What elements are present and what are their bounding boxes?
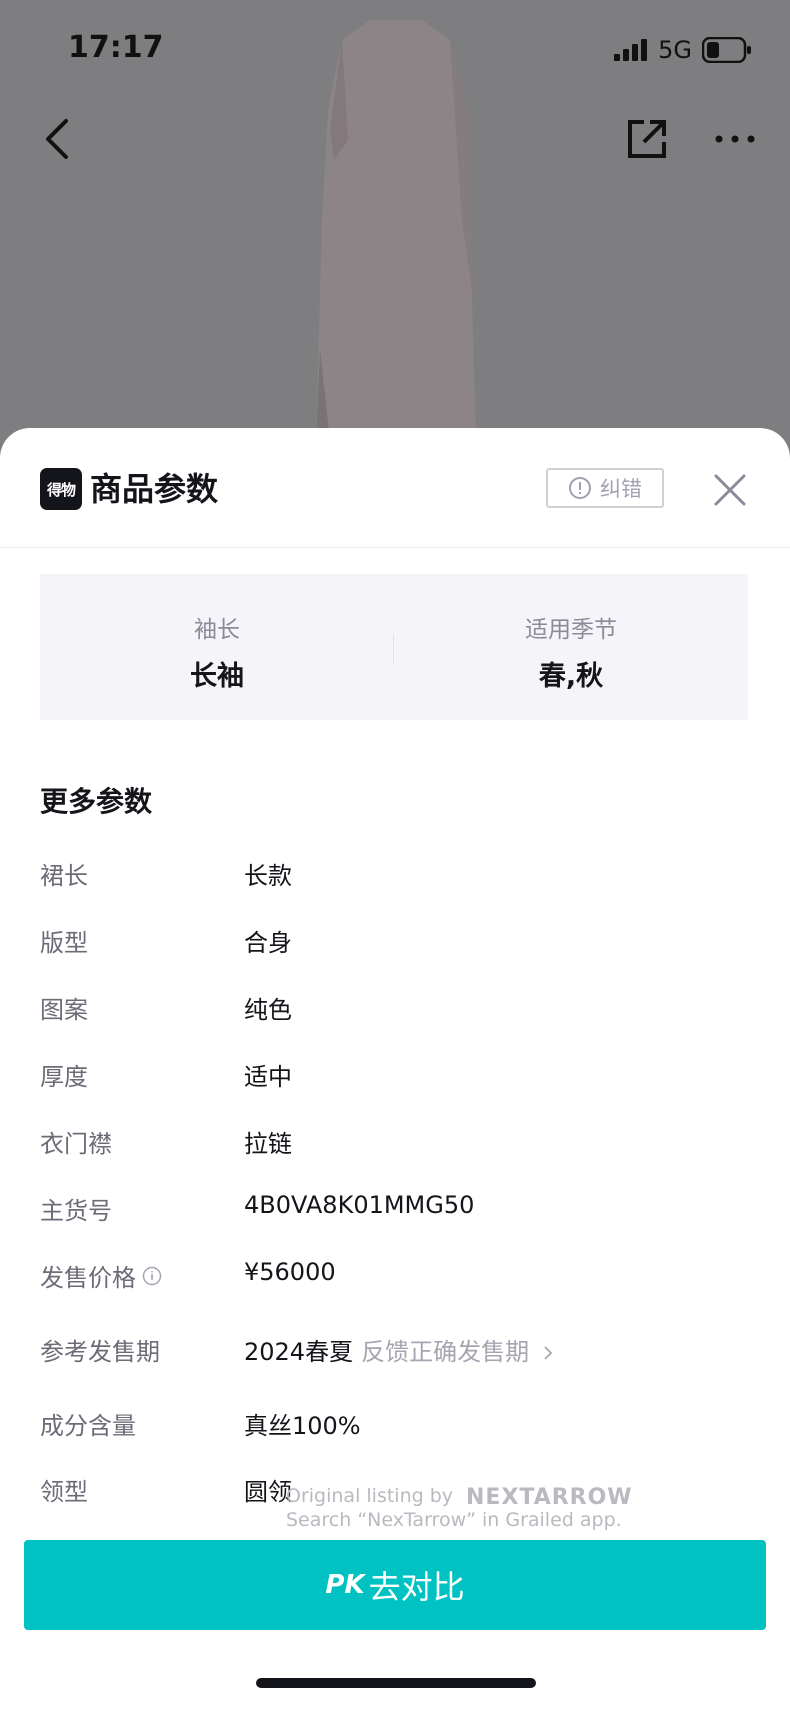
param-label: 厚度	[40, 1063, 88, 1091]
sheet-title: 商品参数	[90, 470, 219, 508]
param-value: 圆领	[244, 1478, 292, 1506]
param-label: 发售价格	[40, 1258, 162, 1293]
param-label: 成分含量	[40, 1412, 136, 1440]
param-row: 版型 合身	[40, 923, 750, 963]
param-value: 2024春夏 反馈正确发售期	[244, 1332, 555, 1367]
info-icon[interactable]	[142, 1266, 162, 1286]
param-value: 合身	[244, 929, 292, 957]
close-icon	[714, 474, 746, 506]
network-label: 5G	[658, 36, 692, 64]
param-value-text: 2024春夏	[244, 1338, 354, 1366]
back-button[interactable]	[30, 112, 84, 166]
more-dots-icon	[715, 135, 755, 143]
compare-button-prefix: PK	[325, 1570, 365, 1600]
status-bar: 17:17 5G	[0, 0, 790, 100]
param-label: 参考发售期	[40, 1338, 160, 1366]
param-row: 裙长 长款	[40, 856, 750, 896]
key-param-label: 袖长	[194, 617, 240, 643]
param-label: 图案	[40, 996, 88, 1024]
compare-button-label: 去对比	[368, 1568, 465, 1606]
param-value: 拉链	[244, 1130, 292, 1158]
param-value: 适中	[244, 1063, 292, 1091]
report-error-button[interactable]: 纠错	[546, 468, 664, 508]
param-row: 厚度 适中	[40, 1057, 750, 1097]
key-param-sleeve: 袖长 长袖	[40, 574, 394, 720]
brand-logo: 得物	[40, 468, 82, 510]
alert-circle-icon	[569, 477, 591, 499]
close-button[interactable]	[710, 470, 750, 510]
param-label: 衣门襟	[40, 1130, 112, 1158]
battery-icon	[702, 37, 751, 63]
watermark-brand: NEXTARROW	[466, 1485, 633, 1510]
share-icon	[628, 120, 666, 158]
param-row: 成分含量 真丝100%	[40, 1406, 750, 1446]
param-value: ¥56000	[244, 1258, 336, 1286]
report-error-label: 纠错	[600, 477, 642, 501]
more-options-button[interactable]	[708, 112, 762, 166]
param-label: 领型	[40, 1478, 88, 1506]
param-value: 4B0VA8K01MMG50	[244, 1191, 475, 1219]
param-label: 裙长	[40, 862, 88, 890]
param-row: 主货号 4B0VA8K01MMG50	[40, 1191, 750, 1231]
param-row: 图案 纯色	[40, 990, 750, 1030]
param-label-text: 发售价格	[40, 1264, 136, 1292]
product-params-sheet: 得物 商品参数 纠错 袖长 长袖 适用季节 春,秋 更多参数 裙长 长款 版型 …	[0, 428, 790, 1712]
key-param-season: 适用季节 春,秋	[394, 574, 748, 720]
key-param-value: 长袖	[190, 661, 244, 692]
feedback-link-label: 反馈正确发售期	[361, 1338, 530, 1366]
chevron-right-icon	[544, 1346, 552, 1360]
back-arrow-icon	[46, 119, 68, 159]
param-label: 主货号	[40, 1197, 112, 1225]
param-row-price: 发售价格 ¥56000	[40, 1258, 750, 1298]
param-value: 长款	[244, 862, 292, 890]
signal-icon	[614, 39, 648, 61]
compare-button[interactable]: PK 去对比	[24, 1540, 766, 1630]
key-params: 袖长 长袖 适用季节 春,秋	[40, 574, 748, 720]
status-indicators: 5G	[614, 36, 752, 64]
sheet-header: 得物 商品参数 纠错	[0, 428, 790, 548]
param-row-release: 参考发售期 2024春夏 反馈正确发售期	[40, 1332, 750, 1372]
key-param-label: 适用季节	[525, 617, 617, 643]
param-row: 衣门襟 拉链	[40, 1124, 750, 1164]
more-params-title: 更多参数	[40, 785, 153, 818]
param-value: 真丝100%	[244, 1412, 361, 1440]
home-indicator	[256, 1678, 536, 1688]
key-param-value: 春,秋	[538, 661, 604, 692]
param-value: 纯色	[244, 996, 292, 1024]
param-label: 版型	[40, 929, 88, 957]
share-button[interactable]	[620, 112, 674, 166]
status-time: 17:17	[68, 30, 164, 65]
watermark-line2: Search “NexTarrow” in Grailed app.	[286, 1509, 622, 1531]
feedback-release-date-link[interactable]: 反馈正确发售期	[361, 1338, 555, 1366]
